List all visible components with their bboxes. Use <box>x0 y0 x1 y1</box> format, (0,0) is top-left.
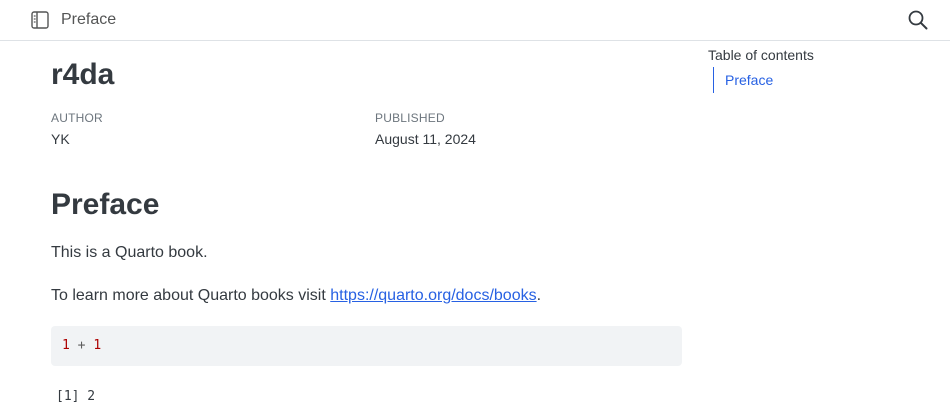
code-number: 1 <box>62 338 70 353</box>
toc-list: Preface <box>713 67 873 93</box>
author-value: YK <box>51 131 70 147</box>
learn-more-suffix: . <box>536 287 542 304</box>
learn-more-text: To learn more about Quarto books visit <box>51 287 331 304</box>
sidebar-toggle-icon[interactable] <box>30 10 50 30</box>
author-heading: AUTHOR <box>51 111 103 125</box>
learn-more-paragraph: To learn more about Quarto books visit h… <box>51 285 541 307</box>
code-block: 1 + 1 <box>51 326 682 366</box>
code-output: [1] 2 <box>56 389 96 404</box>
published-value: August 11, 2024 <box>375 131 476 147</box>
code-line: 1 + 1 <box>62 337 101 355</box>
code-operator: + <box>77 338 86 353</box>
toc-title: Table of contents <box>708 47 814 63</box>
code-number: 1 <box>93 338 102 353</box>
intro-paragraph: This is a Quarto book. <box>51 244 208 261</box>
section-heading: Preface <box>51 188 160 221</box>
toc-item-preface[interactable]: Preface <box>725 71 773 89</box>
breadcrumb-title[interactable]: Preface <box>61 10 116 30</box>
published-heading: PUBLISHED <box>375 111 445 125</box>
quarto-books-link[interactable]: https://quarto.org/docs/books <box>330 287 536 304</box>
top-navbar: Preface <box>0 0 950 41</box>
search-icon[interactable] <box>907 9 929 31</box>
page-title: r4da <box>51 58 115 91</box>
